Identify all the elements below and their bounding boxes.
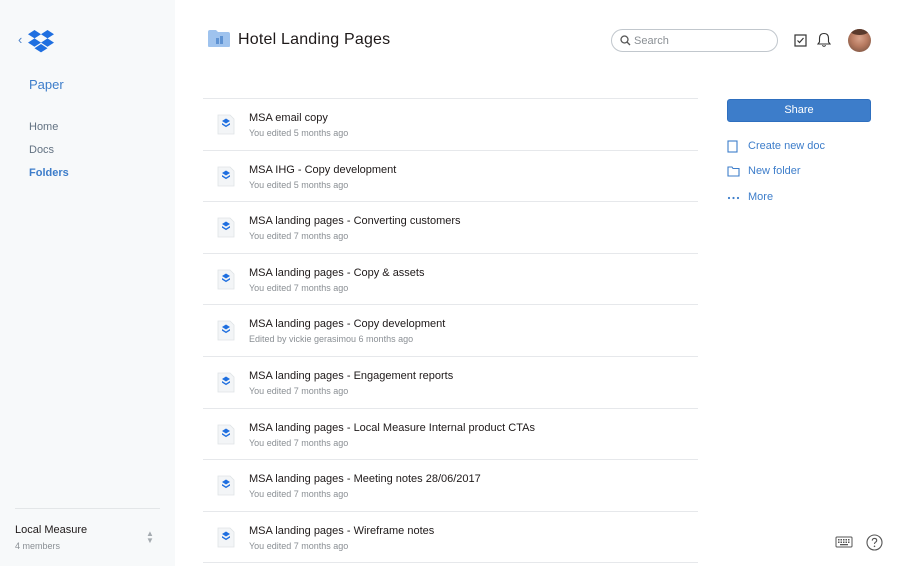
document-edited-meta: You edited 7 months ago (249, 540, 349, 551)
document-row[interactable]: MSA landing pages - Engagement reports Yo… (203, 357, 698, 409)
folder-icon (208, 30, 230, 47)
paper-doc-icon (217, 217, 235, 238)
document-title: MSA landing pages - Local Measure Intern… (249, 421, 535, 434)
document-title: MSA IHG - Copy development (249, 163, 397, 176)
help-icon[interactable] (866, 534, 883, 551)
document-title: MSA landing pages - Copy development (249, 318, 446, 331)
sidebar-item-docs[interactable]: Docs (29, 143, 69, 166)
more-label: More (748, 191, 774, 203)
search-icon (620, 35, 631, 46)
app-name[interactable]: Paper (29, 77, 64, 92)
document-row[interactable]: MSA landing pages - Wireframe notes You e… (203, 512, 698, 564)
paper-doc-icon (217, 424, 235, 444)
bell-icon[interactable] (817, 32, 831, 48)
team-members-count: 4 members (15, 541, 61, 551)
document-edited-meta: You edited 7 months ago (249, 282, 349, 293)
create-new-doc-label: Create new doc (748, 140, 826, 152)
document-title: MSA landing pages - Wireframe notes (249, 524, 435, 537)
team-switcher-icon[interactable]: ▲ ▼ (146, 530, 154, 545)
document-edited-meta: You edited 5 months ago (249, 128, 349, 138)
document-edited-meta: Edited by vickie gerasimou 6 months ago (249, 334, 414, 345)
new-folder-label: New folder (748, 165, 801, 177)
paper-doc-icon (217, 475, 235, 496)
avatar[interactable] (848, 29, 871, 52)
team-name[interactable]: Local Measure (15, 524, 87, 536)
document-edited-meta: You edited 7 months ago (249, 385, 349, 396)
document-edited-meta: You edited 7 months ago (249, 231, 349, 242)
document-title: MSA landing pages - Meeting notes 28/06/… (249, 473, 481, 486)
document-row[interactable]: MSA landing pages - Local Measure Intern… (203, 409, 698, 461)
sidebar-item-home[interactable]: Home (29, 120, 69, 143)
document-title: MSA landing pages - Copy & assets (249, 266, 425, 279)
paper-doc-icon (217, 114, 235, 135)
paper-doc-icon (217, 269, 235, 290)
folder-outline-icon (727, 166, 740, 177)
document-list: MSA email copy You edited 5 months ago MSA… (203, 98, 698, 564)
paper-doc-icon (217, 166, 235, 186)
document-row[interactable]: MSA landing pages - Meeting notes 28/06/… (203, 460, 698, 512)
more-icon (727, 196, 740, 200)
sidebar-divider (15, 508, 160, 509)
keyboard-icon[interactable] (835, 536, 853, 548)
document-edited-meta: You edited 7 months ago (249, 489, 349, 500)
document-edited-meta: You edited 5 months ago (249, 179, 349, 190)
sidebar: ‹ Paper Home Docs Folders Local Measure … (0, 0, 175, 566)
page-title: Hotel Landing Pages (238, 31, 391, 48)
document-edited-meta: You edited 7 months ago (249, 437, 349, 448)
search-input[interactable] (634, 32, 772, 49)
paper-doc-icon (217, 320, 235, 341)
paper-doc-icon (217, 527, 235, 548)
search-box[interactable] (611, 29, 778, 52)
document-title: MSA landing pages - Converting customers (249, 215, 461, 228)
document-row[interactable]: MSA IHG - Copy development You edited 5 m… (203, 151, 698, 203)
new-doc-icon (727, 140, 738, 153)
document-title: MSA landing pages - Engagement reports (249, 369, 454, 382)
document-row[interactable]: MSA email copy You edited 5 months ago (203, 99, 698, 151)
paper-doc-icon (217, 372, 235, 393)
sidebar-item-folders[interactable]: Folders (29, 166, 69, 189)
dropbox-logo[interactable] (28, 29, 54, 53)
share-button[interactable]: Share (727, 99, 871, 122)
document-title: MSA email copy (249, 112, 328, 124)
chevron-left-icon[interactable]: ‹ (18, 33, 22, 47)
sidebar-nav: Home Docs Folders (29, 120, 69, 189)
document-row[interactable]: MSA landing pages - Copy & assets You edi… (203, 254, 698, 306)
document-row[interactable]: MSA landing pages - Copy development Edit… (203, 305, 698, 357)
document-row[interactable]: MSA landing pages - Converting customers… (203, 202, 698, 254)
checklist-icon[interactable] (794, 34, 807, 47)
